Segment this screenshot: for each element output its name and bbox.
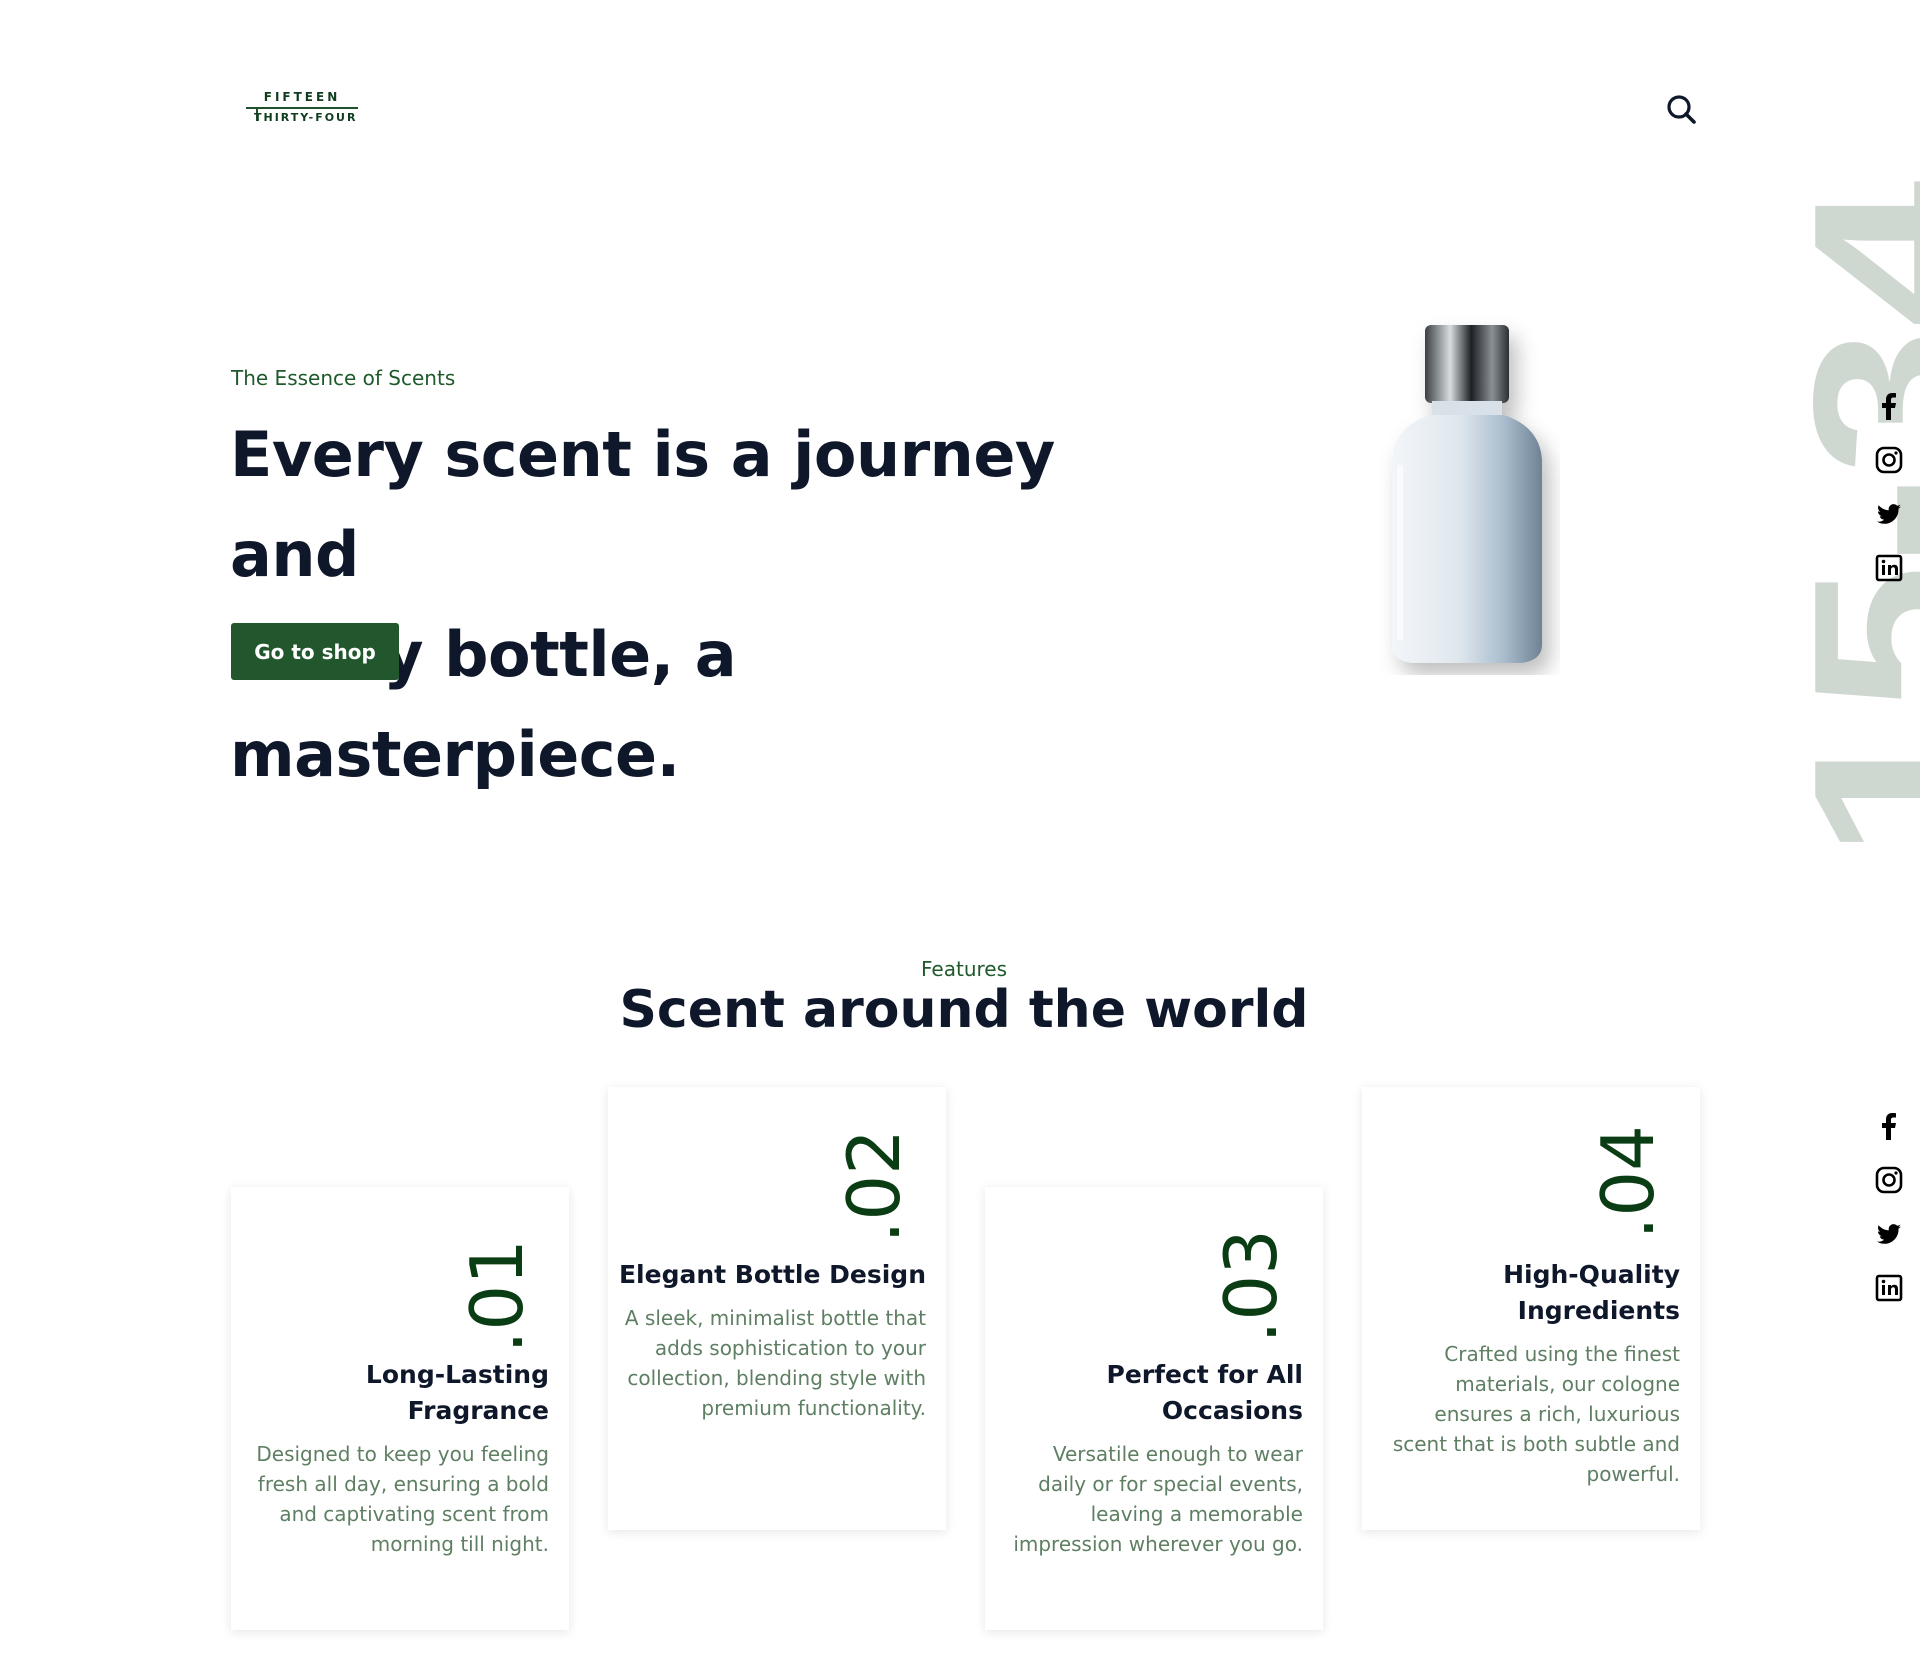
text-line: A sleek, minimalist bottle that [624,1306,926,1330]
text-line: Versatile enough to wear [1052,1442,1303,1466]
text-line: fresh all day, ensuring a bold [257,1472,549,1496]
instagram-icon[interactable] [1875,1166,1903,1194]
feature-card-title-line-2: Fragrance [407,1396,549,1425]
search-icon[interactable] [1665,93,1699,127]
twitter-icon[interactable] [1875,1220,1903,1248]
text-line: powerful. [1586,1462,1680,1486]
cologne-bottle-image [1392,325,1542,663]
text-line: daily or for special events, [1038,1472,1303,1496]
features-eyebrow: Features [921,957,1007,981]
feature-card-number: .04 [1586,1125,1670,1240]
twitter-icon[interactable] [1875,500,1903,528]
feature-card-number: .03 [1209,1229,1293,1344]
feature-card-text: Versatile enough to wear daily or for sp… [993,1439,1303,1559]
feature-card-text: A sleek, minimalist bottle that adds sop… [616,1303,926,1423]
hero-title: Every scent is a journey and every bottl… [230,405,1190,805]
linkedin-icon[interactable] [1875,1274,1903,1302]
feature-card-title: Long-Lasting Fragrance [249,1357,549,1429]
facebook-icon[interactable] [1875,1112,1903,1140]
logo-bottom-text: THIRTY-FOUR [254,111,358,124]
social-links-top [1875,392,1905,608]
text-line: materials, our cologne [1455,1372,1680,1396]
features-title: Scent around the world [619,980,1309,1040]
logo[interactable]: FIFTEEN THIRTY-FOUR [246,90,358,126]
feature-card-title: Elegant Bottle Design [606,1257,926,1293]
feature-card-2: .02 Elegant Bottle Design A sleek, minim… [608,1087,946,1530]
text-line: premium functionality. [701,1396,926,1420]
text-line: morning till night. [370,1532,549,1556]
feature-card-number: .01 [455,1239,539,1354]
text-line: ensures a rich, luxurious [1434,1402,1680,1426]
logo-top-text: FIFTEEN [263,90,341,104]
feature-card-title-line-1: Elegant Bottle Design [618,1260,926,1289]
text-line: Designed to keep you feeling [256,1442,549,1466]
feature-card-title-line-1: Perfect for All [1106,1360,1303,1389]
logo-divider [246,107,358,109]
go-to-shop-button[interactable]: Go to shop [231,623,399,680]
social-links-bottom [1875,1112,1905,1328]
hero-eyebrow: The Essence of Scents [231,366,456,390]
feature-card-title-line-2: Occasions [1161,1396,1303,1425]
feature-card-title-line-1: Long-Lasting [365,1360,549,1389]
feature-card-number: .02 [832,1129,916,1244]
text-line: and captivating scent from [279,1502,549,1526]
hero-number-watermark: 15-34 [1768,180,1920,860]
feature-card-text: Designed to keep you feeling fresh all d… [239,1439,549,1559]
feature-card-title-line-1: High-Quality [1503,1260,1680,1289]
feature-card-title: High-Quality Ingredients [1380,1257,1680,1329]
feature-card-title: Perfect for All Occasions [1003,1357,1303,1429]
feature-card-3: .03 Perfect for All Occasions Versatile … [985,1187,1323,1630]
feature-card-1: .01 Long-Lasting Fragrance Designed to k… [231,1187,569,1630]
text-line: collection, blending style with [627,1366,926,1390]
linkedin-icon[interactable] [1875,554,1903,582]
text-line: leaving a memorable [1090,1502,1303,1526]
text-line: impression wherever you go. [1013,1532,1303,1556]
feature-card-4: .04 High-Quality Ingredients Crafted usi… [1362,1087,1700,1530]
feature-card-text: Crafted using the finest materials, our … [1370,1339,1680,1489]
text-line: adds sophistication to your [654,1336,926,1360]
facebook-icon[interactable] [1875,392,1903,420]
text-line: scent that is both subtle and [1392,1432,1680,1456]
text-line: Crafted using the finest [1444,1342,1680,1366]
feature-card-title-line-2: Ingredients [1517,1296,1680,1325]
hero-title-line-1: Every scent is a journey and [230,418,1055,591]
instagram-icon[interactable] [1875,446,1903,474]
